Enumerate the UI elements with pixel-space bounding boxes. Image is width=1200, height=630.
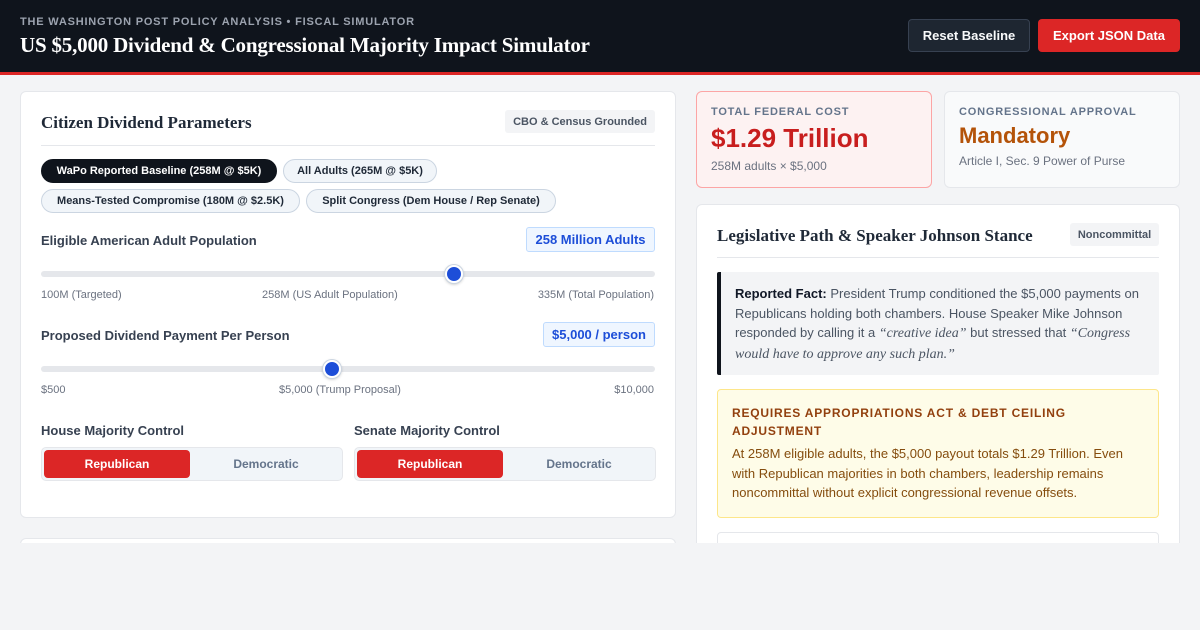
preset-all-adults[interactable]: All Adults (265M @ $5K) (283, 159, 437, 183)
population-slider-track[interactable] (41, 271, 655, 277)
payment-tick-max: $10,000 (614, 384, 654, 396)
app-header: THE WASHINGTON POST POLICY ANALYSIS • FI… (0, 0, 1200, 75)
preset-means-tested[interactable]: Means-Tested Compromise (180M @ $2.5K) (41, 189, 300, 213)
header-eyebrow: THE WASHINGTON POST POLICY ANALYSIS • FI… (20, 16, 415, 28)
house-republican-option[interactable]: Republican (44, 450, 190, 478)
population-tick-min: 100M (Targeted) (41, 289, 122, 301)
total-cost-formula: 258M adults × $5,000 (711, 159, 827, 173)
senate-control-toggle: Republican Democratic (354, 447, 656, 481)
divider (717, 257, 1159, 258)
total-cost-label: TOTAL FEDERAL COST (711, 106, 850, 118)
reported-fact-text-continued: but stressed that (966, 325, 1070, 340)
total-cost-value: $1.29 Trillion (711, 123, 869, 153)
total-cost-card: TOTAL FEDERAL COST $1.29 Trillion 258M a… (696, 91, 932, 188)
warning-body: At 258M eligible adults, the $5,000 payo… (732, 446, 1123, 500)
population-tick-mid: 258M (US Adult Population) (262, 289, 398, 301)
preset-split-congress[interactable]: Split Congress (Dem House / Rep Senate) (306, 189, 556, 213)
source-badge: CBO & Census Grounded (505, 110, 655, 133)
payment-slider-track[interactable] (41, 366, 655, 372)
senate-republican-option[interactable]: Republican (357, 450, 503, 478)
warning-title: REQUIRES APPROPRIATIONS ACT & DEBT CEILI… (732, 406, 1066, 438)
export-json-button[interactable]: Export JSON Data (1038, 19, 1180, 52)
payment-tick-min: $500 (41, 384, 66, 396)
stance-badge: Noncommittal (1070, 223, 1159, 246)
population-label: Eligible American Adult Population (41, 233, 257, 248)
approval-value: Mandatory (959, 123, 1071, 148)
reported-fact-label: Reported Fact: (735, 286, 827, 301)
house-democratic-option[interactable]: Democratic (193, 450, 339, 478)
payment-value: $5,000 / person (543, 322, 655, 347)
approval-label: CONGRESSIONAL APPROVAL (959, 106, 1137, 118)
appropriations-warning: REQUIRES APPROPRIATIONS ACT & DEBT CEILI… (717, 389, 1159, 518)
house-control-label: House Majority Control (41, 423, 185, 438)
congressional-approval-card: CONGRESSIONAL APPROVAL Mandatory Article… (944, 91, 1180, 188)
preset-wapo-baseline[interactable]: WaPo Reported Baseline (258M @ $5K) (41, 159, 277, 183)
payment-label: Proposed Dividend Payment Per Person (41, 328, 290, 343)
dividend-parameters-panel: Citizen Dividend Parameters CBO & Census… (20, 91, 676, 518)
population-tick-max: 335M (Total Population) (537, 289, 654, 301)
parameters-title: Citizen Dividend Parameters (41, 113, 252, 132)
divider (41, 145, 655, 146)
population-slider-thumb[interactable] (444, 265, 463, 283)
reset-baseline-button[interactable]: Reset Baseline (908, 19, 1030, 52)
legislative-path-panel: Legislative Path & Speaker Johnson Stanc… (696, 204, 1180, 562)
population-value: 258 Million Adults (526, 227, 655, 252)
senate-democratic-option[interactable]: Democratic (506, 450, 652, 478)
page-background (0, 543, 1200, 630)
page-title: US $5,000 Dividend & Congressional Major… (20, 33, 590, 57)
senate-control-label: Senate Majority Control (354, 423, 500, 438)
legislative-title: Legislative Path & Speaker Johnson Stanc… (717, 226, 1033, 245)
house-control-toggle: Republican Democratic (41, 447, 343, 481)
payment-slider-thumb[interactable] (322, 360, 341, 378)
johnson-quote-creative-idea: “creative idea” (878, 326, 967, 341)
approval-citation: Article I, Sec. 9 Power of Purse (959, 154, 1126, 168)
reported-fact-quote: Reported Fact: President Trump condition… (717, 272, 1159, 375)
payment-tick-mid: $5,000 (Trump Proposal) (279, 384, 401, 396)
